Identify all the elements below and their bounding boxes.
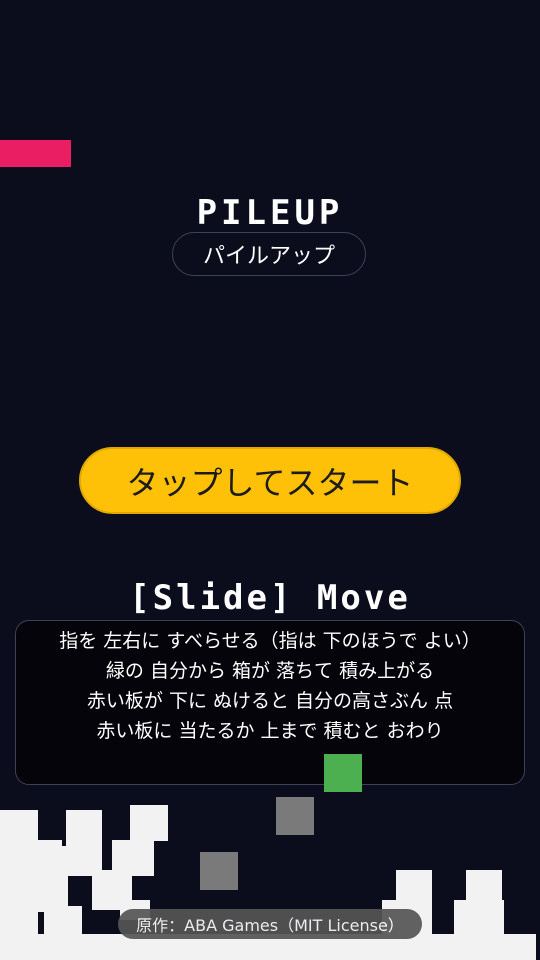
pile-block [0,810,38,960]
falling-box [200,852,238,890]
title-area: PILEUP [0,193,540,233]
credit-badge: 原作：ABA Games（MIT License） [118,909,422,939]
instruction-line: 赤い板が 下に ぬけると 自分の高さぶん 点 [86,690,454,712]
start-button[interactable]: タップしてスタート [79,447,461,514]
pile-block [66,810,102,846]
falling-box [276,797,314,835]
instructions-panel: 指を 左右に すべらせる（指は 下のほうで よい） 緑の 自分から 箱が 落ちて… [15,620,525,785]
red-hazard-bar [0,140,71,167]
instruction-line: 赤い板に 当たるか 上まで 積むと おわり [96,720,444,742]
pile-block [92,870,132,910]
instruction-line: 指を 左右に すべらせる（指は 下のほうで よい） [59,630,481,652]
pile-block [44,906,82,936]
pile-block [38,840,62,880]
game-title: PILEUP [196,193,344,233]
pile-block [112,840,154,876]
pile-block [466,870,502,906]
instruction-line: 緑の 自分から 箱が 落ちて 積み上がる [105,660,435,682]
pile-block [130,805,168,841]
pile-block [396,870,432,906]
game-subtitle: パイルアップ [172,232,366,276]
pile-block [44,846,102,876]
pile-block [20,876,68,912]
control-hint: [Slide] Move [129,578,411,618]
pile-block [454,900,504,936]
player-block [324,754,362,792]
